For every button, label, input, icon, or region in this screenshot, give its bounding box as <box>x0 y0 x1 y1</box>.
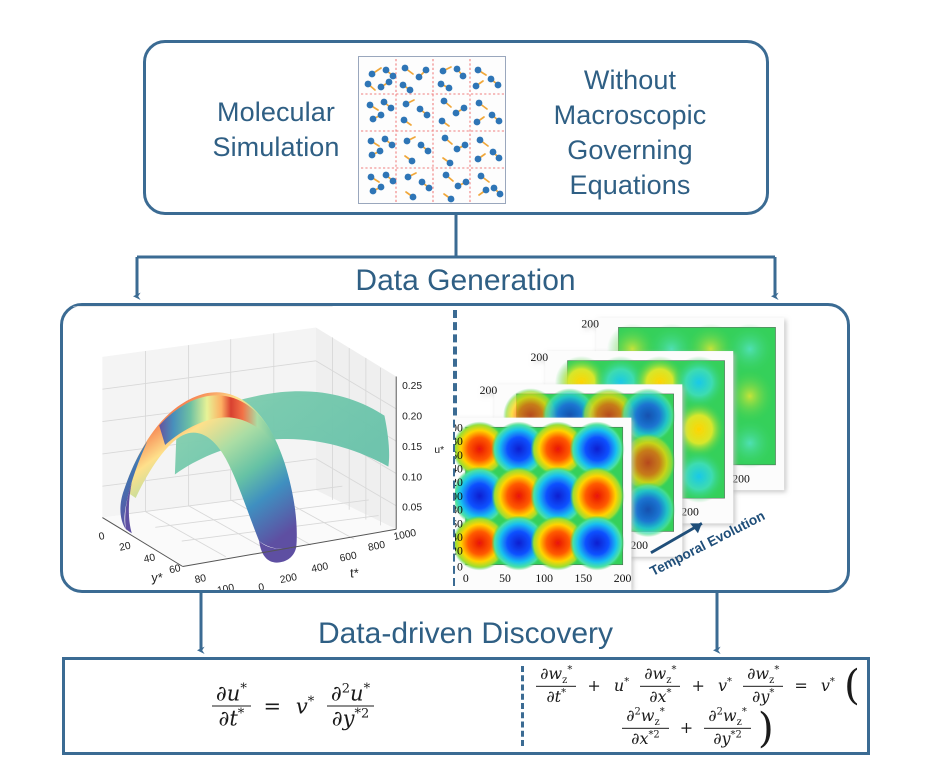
svg-text:0.20: 0.20 <box>402 412 422 423</box>
svg-text:200: 200 <box>681 506 699 519</box>
svg-text:200: 200 <box>614 572 632 585</box>
svg-text:200: 200 <box>480 384 498 397</box>
surface-plot-velocity: 0.25 0.20 0.15 0.10 0.05 u* 0 20 40 60 8… <box>73 306 444 590</box>
svg-text:0.15: 0.15 <box>402 442 422 453</box>
diffusion-equation: ∂u* ∂t* = v* ∂2u* ∂y*2 <box>65 682 521 731</box>
svg-text:160: 160 <box>455 449 463 462</box>
svg-text:200: 200 <box>581 318 599 331</box>
svg-text:0.10: 0.10 <box>402 472 422 483</box>
svg-text:600: 600 <box>339 550 358 564</box>
svg-text:0.25: 0.25 <box>402 381 422 392</box>
svg-text:t*: t* <box>350 565 359 580</box>
particle-field-icon <box>359 57 505 203</box>
svg-text:20: 20 <box>118 541 132 554</box>
svg-text:0.05: 0.05 <box>402 503 422 514</box>
svg-text:80: 80 <box>194 573 208 586</box>
svg-text:40: 40 <box>143 552 157 565</box>
data-driven-discovery-label: Data-driven Discovery <box>317 617 614 650</box>
svg-text:60: 60 <box>455 517 463 530</box>
dwz-dy-fraction: ∂wz* ∂y* <box>743 664 784 706</box>
svg-text:140: 140 <box>455 462 463 475</box>
svg-text:200: 200 <box>455 421 463 434</box>
data-generation-label: Data Generation <box>355 264 576 297</box>
svg-text:40: 40 <box>455 531 463 544</box>
svg-text:u*: u* <box>434 445 444 456</box>
svg-text:200: 200 <box>630 539 648 552</box>
svg-text:y*: y* <box>151 570 162 585</box>
svg-text:800: 800 <box>367 540 386 554</box>
svg-text:0: 0 <box>98 531 106 543</box>
molecular-simulation-panel: Molecular Simulation Without Macroscopic… <box>143 40 769 215</box>
svg-text:120: 120 <box>455 476 463 489</box>
du-dt-fraction: ∂u* ∂t* <box>211 682 251 731</box>
data-generation-panel: 0.25 0.20 0.15 0.10 0.05 u* 0 20 40 60 8… <box>60 303 850 593</box>
svg-text:50: 50 <box>499 572 511 585</box>
svg-text:20: 20 <box>455 545 463 558</box>
heatmap-stack-vorticity: 200 150 200 <box>455 318 785 590</box>
d2wz-dy2-fraction: ∂2wz* ∂y*2 <box>704 706 751 748</box>
figure-root: Molecular Simulation Without Macroscopic… <box>0 0 931 772</box>
without-governing-equations-label: Without Macroscopic Governing Equations <box>553 65 707 201</box>
svg-text:400: 400 <box>310 561 329 575</box>
heatmap-stack-container: 200 150 200 <box>455 306 843 590</box>
svg-text:100: 100 <box>455 490 463 503</box>
surface-plot-container: 0.25 0.20 0.15 0.10 0.05 u* 0 20 40 60 8… <box>69 306 459 590</box>
dwz-dx-fraction: ∂wz* ∂x* <box>640 664 681 706</box>
svg-text:200: 200 <box>279 572 298 586</box>
molecular-simulation-label: Molecular Simulation <box>212 97 340 163</box>
svg-text:1000: 1000 <box>393 528 418 543</box>
svg-text:80: 80 <box>455 504 463 517</box>
svg-text:180: 180 <box>455 435 463 448</box>
svg-text:100: 100 <box>216 582 235 590</box>
dwz-dt-fraction: ∂wz* ∂t* <box>536 664 577 706</box>
svg-text:0: 0 <box>258 582 266 590</box>
svg-text:100: 100 <box>535 572 553 585</box>
svg-text:200: 200 <box>732 472 750 485</box>
vorticity-transport-equation: ∂wz* ∂t* + u* ∂wz* ∂x* + v* ∂wz* ∂y* = v… <box>521 664 873 748</box>
discovered-equations-panel: ∂u* ∂t* = v* ∂2u* ∂y*2 ∂wz* ∂t* + u* ∂wz… <box>62 657 870 755</box>
molecular-simulation-box <box>358 56 506 204</box>
d2u-dy2-fraction: ∂2u* ∂y*2 <box>326 682 375 731</box>
svg-text:150: 150 <box>575 572 593 585</box>
d2wz-dx2-fraction: ∂2wz* ∂x*2 <box>622 706 669 748</box>
svg-text:200: 200 <box>531 351 549 364</box>
svg-text:0: 0 <box>463 572 469 585</box>
